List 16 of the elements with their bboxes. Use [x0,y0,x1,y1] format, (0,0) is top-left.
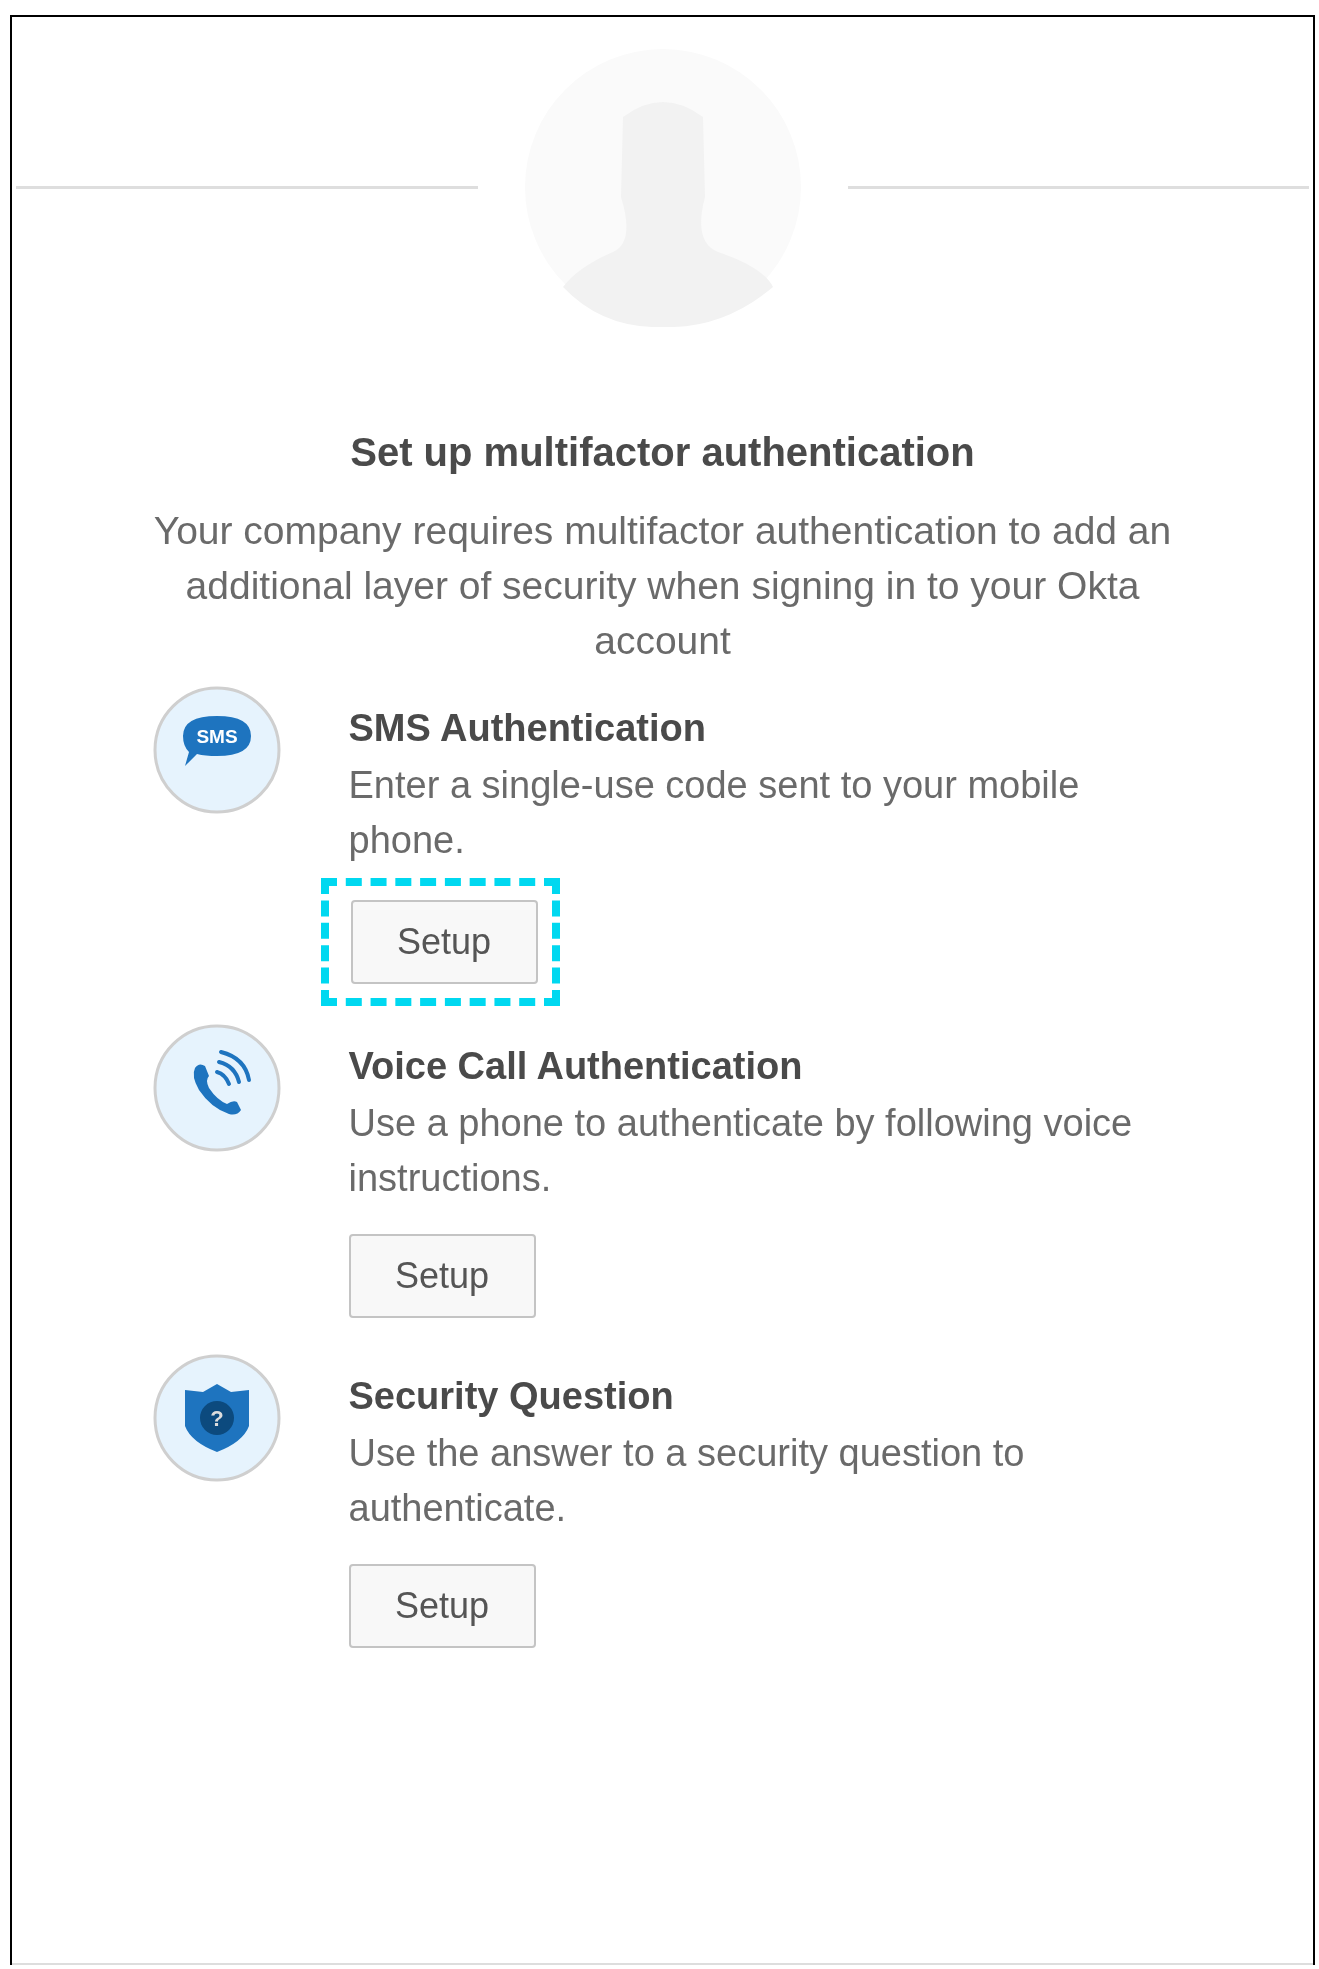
factor-description: Use a phone to authenticate by following voice instructions. [348,1101,1134,1201]
factor-title: Security Question [348,1374,675,1418]
setup-button[interactable]: Setup [348,1234,536,1318]
page-title: Set up multifactor authentication [350,429,975,476]
factor-title: SMS Authentication [348,706,707,750]
page-description: Your company requires multifactor authentication to add an additional layer of security when signing in to your Okta account [152,508,1173,664]
sms-bubble-icon [182,716,251,766]
setup-button[interactable]: Setup [350,900,538,984]
question-mark: ? [209,1406,224,1431]
shield-icon [184,1384,249,1452]
factor-title: Voice Call Authentication [348,1044,804,1088]
sms-label: SMS [195,726,238,747]
setup-button[interactable]: Setup [348,1564,536,1648]
factor-description: Use the answer to a security question to authenticate. [348,1431,1026,1531]
phone-icon [193,1050,251,1115]
factor-description: Enter a single-use code sent to your mobile phone. [348,763,1081,863]
